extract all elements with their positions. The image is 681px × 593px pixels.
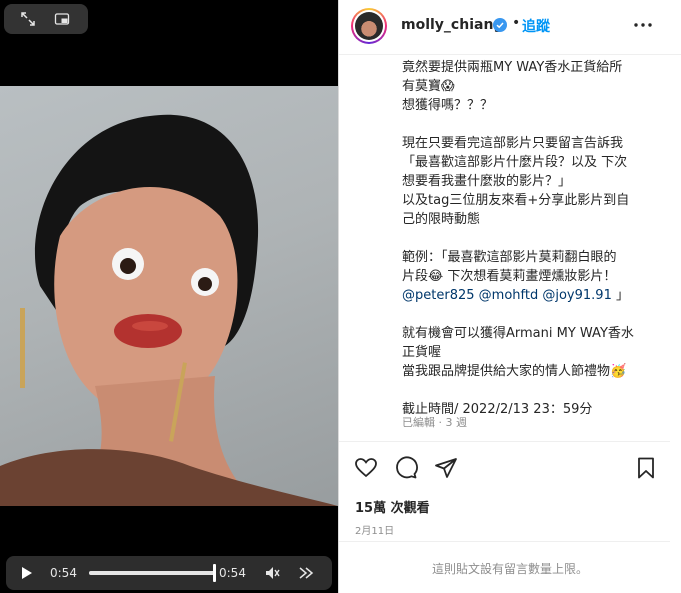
panel-divider: [338, 0, 339, 593]
current-time: 0:54: [50, 566, 77, 580]
verified-badge-icon: [493, 18, 507, 32]
more-options-icon[interactable]: [631, 13, 655, 37]
view-count[interactable]: 15萬 次觀看: [355, 497, 430, 516]
follow-button[interactable]: 追蹤: [522, 16, 550, 36]
video-control-bar: 0:54 0:54: [6, 556, 332, 590]
post-caption: 竟然要提供兩瓶MY WAY香水正貨給所 有莫寶😱 想獲得嗎？？？ 現在只要看完這…: [402, 58, 668, 438]
mention-peter825[interactable]: @peter825: [402, 288, 475, 303]
video-progress-fill: [89, 571, 215, 575]
caption-text: 竟然要提供兩瓶MY WAY香水正貨給所 有莫寶😱 想獲得嗎？？？ 現在只要看完這…: [402, 60, 630, 284]
comments-limited-notice: 這則貼文設有留言數量上限。: [431, 562, 588, 576]
mention-mohftd[interactable]: @mohftd: [479, 288, 539, 303]
separator-dot: •: [512, 15, 521, 31]
share-icon[interactable]: [434, 456, 458, 480]
caption-close-quote: 」: [615, 288, 629, 303]
muted-speaker-icon[interactable]: [263, 564, 281, 582]
video-scrubber-handle[interactable]: [213, 564, 216, 582]
mention-joy9191[interactable]: @joy91.91: [542, 288, 611, 303]
picture-in-picture-icon[interactable]: [54, 11, 70, 27]
post-date[interactable]: 2月11日: [355, 522, 394, 537]
comment-icon[interactable]: [394, 456, 418, 480]
section-divider: [339, 441, 670, 442]
username[interactable]: molly_chiang: [401, 17, 503, 33]
section-divider-2: [339, 541, 670, 542]
expand-icon[interactable]: [20, 11, 36, 27]
video-still-portrait: [0, 114, 338, 506]
avatar[interactable]: [351, 8, 387, 44]
play-icon[interactable]: [18, 565, 34, 581]
video-frame[interactable]: [0, 86, 338, 506]
video-progress-track[interactable]: [89, 571, 215, 575]
video-player[interactable]: 0:54 0:54: [0, 0, 338, 593]
heart-icon[interactable]: [354, 456, 378, 480]
fast-forward-icon[interactable]: [297, 564, 315, 582]
bookmark-icon[interactable]: [634, 456, 658, 480]
duration-time: 0:54: [219, 566, 246, 580]
caption-text-continued: 就有機會可以獲得Armani MY WAY香水 正貨喔 當我跟品牌提供給大家的情…: [402, 326, 634, 417]
edited-timestamp: 已編輯 · 3 週: [402, 416, 467, 429]
post-header: molly_chiang • 追蹤: [339, 0, 681, 55]
video-top-controls: [4, 4, 88, 34]
